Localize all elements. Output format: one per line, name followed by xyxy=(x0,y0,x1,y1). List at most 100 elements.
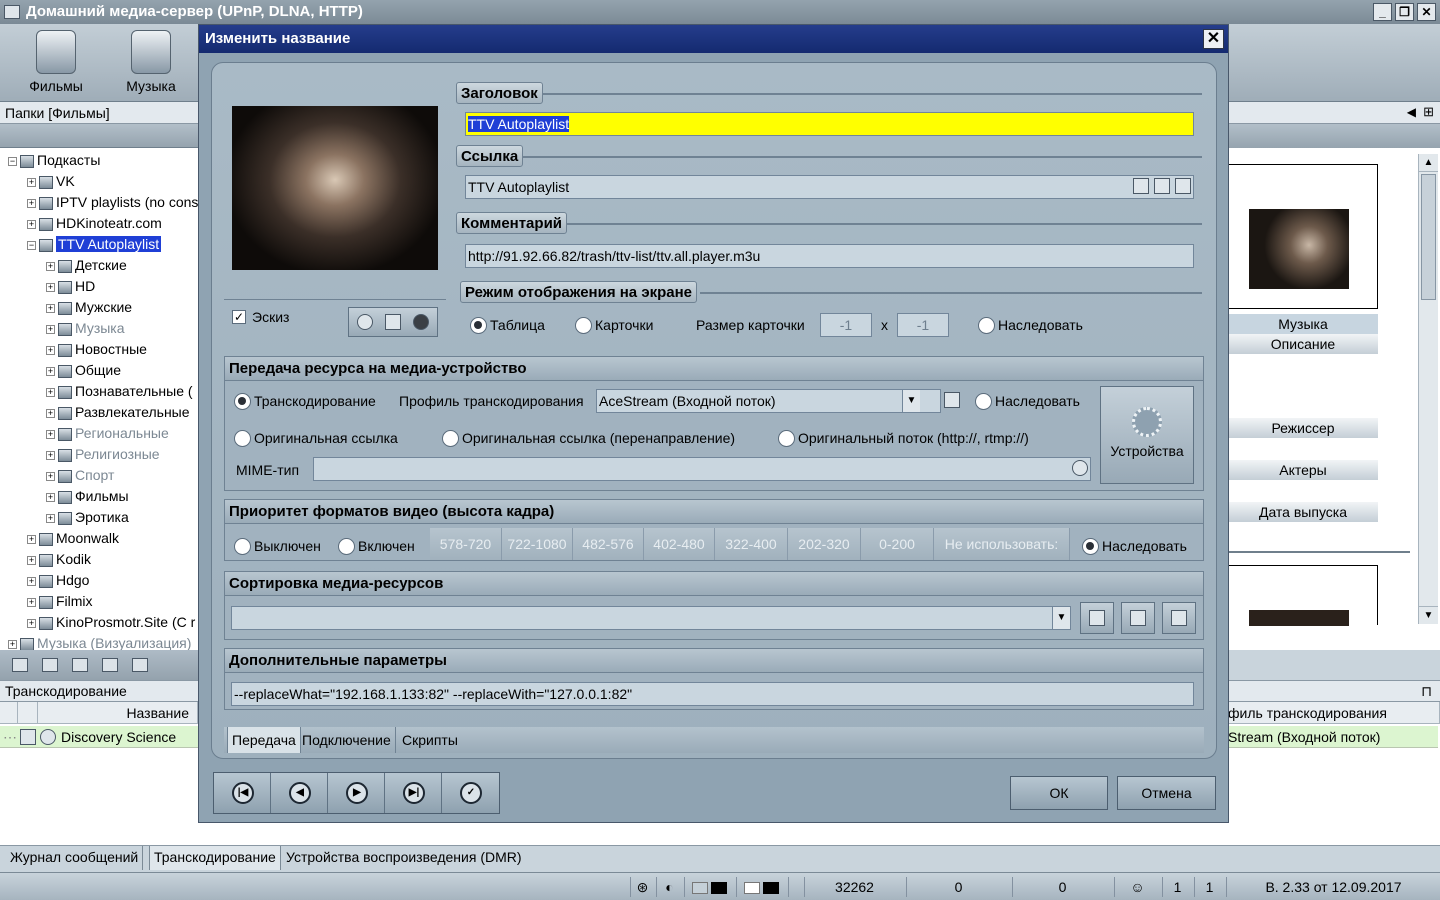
tree-item[interactable]: + Kodik xyxy=(0,549,199,570)
tab-dmr[interactable]: Устройства воспроизведения (DMR) xyxy=(282,846,526,870)
thumb-disc-icon[interactable] xyxy=(412,314,429,330)
format-option[interactable]: 482-576 xyxy=(573,528,644,560)
profile-clear-icon[interactable] xyxy=(944,392,960,408)
profile-dropdown-icon[interactable]: ▼ xyxy=(902,390,920,412)
expand-icon[interactable]: + xyxy=(46,429,55,439)
status-user-icon[interactable]: ☺ xyxy=(1114,877,1160,897)
music-button[interactable]: Музыка xyxy=(103,28,199,98)
films-button[interactable]: Фильмы xyxy=(8,28,104,98)
tree-item[interactable]: + HDKinoteatr.com xyxy=(0,213,199,234)
tab-transcoding[interactable]: Транскодирование xyxy=(149,846,281,870)
expand-icon[interactable]: + xyxy=(46,513,55,523)
sort-clear-button[interactable] xyxy=(1162,602,1196,634)
tree-item[interactable]: + Спорт xyxy=(0,465,199,486)
thumb-settings-icon[interactable] xyxy=(357,314,374,330)
tree-item[interactable]: + Развлекательные xyxy=(0,402,199,423)
expand-icon[interactable]: + xyxy=(27,534,36,544)
tree-item[interactable]: + Познавательные ( xyxy=(0,381,199,402)
scroll-thumb[interactable] xyxy=(1421,174,1436,300)
expand-icon[interactable]: + xyxy=(27,618,36,628)
expand-icon[interactable]: + xyxy=(46,324,55,334)
tree-item[interactable]: + Hdgo xyxy=(0,570,199,591)
tree-item[interactable]: + Фильмы xyxy=(0,486,199,507)
display-inherit-radio[interactable]: Наследовать xyxy=(978,315,1083,335)
card-height-field[interactable]: -1 xyxy=(897,313,949,337)
tree-item[interactable]: + Мужские xyxy=(0,297,199,318)
expand-icon[interactable]: + xyxy=(46,282,55,292)
priority-on-radio[interactable]: Включен xyxy=(338,536,415,556)
format-option[interactable]: 578-720 xyxy=(430,528,502,560)
col-name[interactable]: Название xyxy=(38,702,198,724)
tree-item[interactable]: + Эротика xyxy=(0,507,199,528)
tree-item[interactable]: + Религиозные xyxy=(0,444,199,465)
orig-stream-radio[interactable]: Оригинальный поток (http://, rtmp://) xyxy=(778,428,1029,448)
expand-icon[interactable]: + xyxy=(27,198,36,208)
orig-link-radio[interactable]: Оригинальная ссылка xyxy=(234,428,398,448)
tree-item[interactable]: − TTV Autoplaylist xyxy=(0,234,199,255)
close-button[interactable]: ✕ xyxy=(1417,3,1436,21)
header-field[interactable]: TTV Autoplaylist xyxy=(465,112,1194,136)
tool-cloud-icon[interactable] xyxy=(72,658,88,672)
expand-icon[interactable]: + xyxy=(27,597,36,607)
profile-select[interactable]: AceStream (Входной поток) ▼ xyxy=(596,389,941,413)
format-option[interactable]: 402-480 xyxy=(644,528,715,560)
minimize-button[interactable]: _ xyxy=(1373,3,1392,21)
format-option[interactable]: Не использовать: xyxy=(934,528,1070,560)
expand-icon[interactable]: + xyxy=(8,639,17,649)
priority-off-radio[interactable]: Выключен xyxy=(234,536,321,556)
cancel-button[interactable]: Отмена xyxy=(1117,776,1216,810)
tree-item[interactable]: + Музыка xyxy=(0,318,199,339)
tool-grid-icon[interactable] xyxy=(132,658,148,672)
expand-icon[interactable]: + xyxy=(46,261,55,271)
apply-button[interactable]: ✓ xyxy=(442,773,499,813)
expand-icon[interactable]: + xyxy=(27,219,36,229)
expand-icon[interactable]: + xyxy=(27,555,36,565)
tree-item[interactable]: + VK xyxy=(0,171,199,192)
orig-redirect-radio[interactable]: Оригинальная ссылка (перенаправление) xyxy=(442,428,735,448)
tab-log[interactable]: Журнал сообщений xyxy=(6,846,144,870)
sort-grid-button[interactable] xyxy=(1121,602,1155,634)
second-card[interactable] xyxy=(1228,565,1378,626)
tool-cloud2-icon[interactable] xyxy=(102,658,118,672)
expand-icon[interactable]: + xyxy=(46,450,55,460)
link-save-icon[interactable] xyxy=(1175,178,1191,194)
tree-item[interactable]: + IPTV playlists (no cons xyxy=(0,192,199,213)
format-option[interactable]: 0-200 xyxy=(861,528,934,560)
tree-item[interactable]: + HD xyxy=(0,276,199,297)
prev-button[interactable]: ◀ xyxy=(271,773,328,813)
expand-icon[interactable]: − xyxy=(8,156,17,166)
thumb-refresh-icon[interactable] xyxy=(385,314,401,330)
last-button[interactable]: ▶| xyxy=(385,773,442,813)
expand-icon[interactable]: + xyxy=(46,387,55,397)
format-option[interactable]: 202-320 xyxy=(788,528,861,560)
expand-icon[interactable]: + xyxy=(46,303,55,313)
expand-icon[interactable]: + xyxy=(46,366,55,376)
priority-inherit-radio[interactable]: Наследовать xyxy=(1082,536,1187,556)
extra-field[interactable]: --replaceWhat="192.168.1.133:82" --repla… xyxy=(231,682,1194,706)
status-globe-icon[interactable]: ⊛ xyxy=(630,877,654,897)
tab-scripts[interactable]: Скрипты xyxy=(398,727,462,753)
tool-refresh-icon[interactable] xyxy=(42,658,58,672)
expand-icon[interactable]: + xyxy=(46,345,55,355)
tool-check-icon[interactable] xyxy=(12,658,28,672)
devices-button[interactable]: Устройства xyxy=(1100,386,1194,484)
next-button[interactable]: ▶ xyxy=(328,773,385,813)
tree-item[interactable]: + KinoProsmotr.Site (C r xyxy=(0,612,199,633)
tree-item[interactable]: + Региональные xyxy=(0,423,199,444)
tree-item[interactable]: + Filmix xyxy=(0,591,199,612)
tab-transfer[interactable]: Передача xyxy=(227,727,301,753)
info-icon[interactable] xyxy=(40,729,56,745)
link-field[interactable]: TTV Autoplaylist xyxy=(465,175,1194,199)
expand-icon[interactable]: − xyxy=(27,240,36,250)
expand-icon[interactable]: + xyxy=(46,408,55,418)
pin-icon[interactable]: ⊞ xyxy=(1423,104,1434,120)
music-card[interactable] xyxy=(1228,164,1378,309)
tree-item[interactable]: + Общие xyxy=(0,360,199,381)
format-option[interactable]: 722-1080 xyxy=(502,528,573,560)
expand-icon[interactable]: + xyxy=(46,492,55,502)
expand-icon[interactable]: + xyxy=(27,576,36,586)
first-button[interactable]: |◀ xyxy=(214,773,271,813)
table-row[interactable]: ⋯ Discovery Science xyxy=(0,726,198,748)
sort-dropdown-icon[interactable]: ▼ xyxy=(1052,607,1070,629)
sort-asc-button[interactable] xyxy=(1080,602,1114,634)
